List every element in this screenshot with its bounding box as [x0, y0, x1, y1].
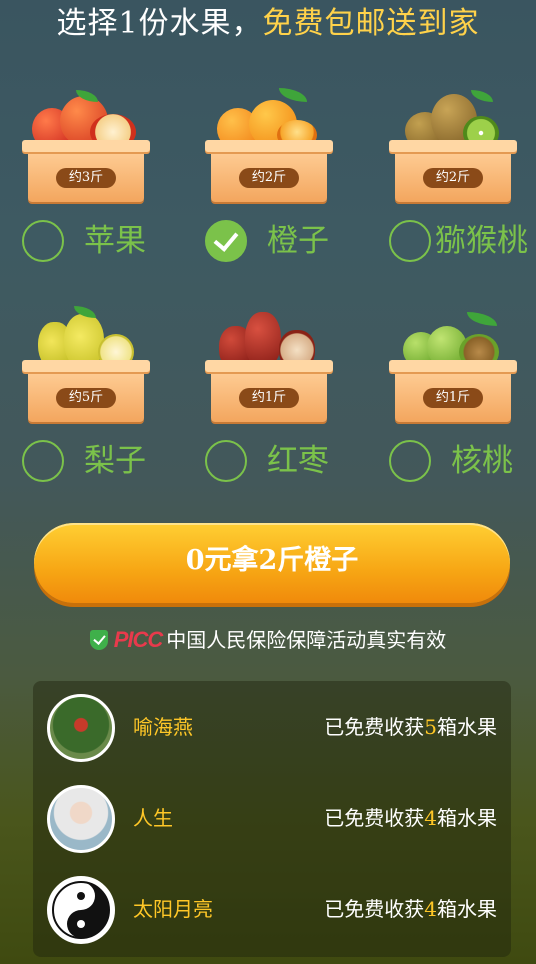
- fruit-name-orange: 橙子: [267, 223, 329, 259]
- list-item: 太阳月亮 已免费收获4箱水果: [33, 863, 511, 953]
- fruit-option-apple[interactable]: 约3斤 苹果: [0, 80, 180, 280]
- fruit-option-jujube[interactable]: 约1斤 红枣: [183, 300, 363, 500]
- claim-text: 已免费收获4箱水果: [324, 897, 497, 921]
- claim-button[interactable]: 0元拿2斤橙子: [34, 523, 510, 603]
- radio-kiwi[interactable]: [389, 220, 431, 262]
- weight-label: 约1斤: [423, 388, 483, 408]
- fruit-name-walnut: 核桃: [451, 443, 513, 479]
- weight-label: 约2斤: [239, 168, 299, 188]
- radio-apple[interactable]: [22, 220, 64, 262]
- fruit-crate: 约5斤: [22, 360, 150, 422]
- avatar: [47, 876, 115, 944]
- shield-check-icon: [89, 630, 108, 650]
- picc-logo: PICC: [113, 627, 164, 652]
- fruit-name-apple: 苹果: [84, 223, 146, 259]
- fruit-option-walnut[interactable]: 约1斤 核桃: [367, 300, 536, 500]
- claim-text: 已免费收获5箱水果: [324, 715, 497, 739]
- headline-part1: 选择1份水果，: [56, 6, 263, 41]
- fruit-option-orange[interactable]: 约2斤 橙子: [183, 80, 363, 280]
- fruit-option-kiwi[interactable]: 约2斤 猕猴桃: [367, 80, 536, 280]
- fruit-crate: 约3斤: [22, 140, 150, 202]
- weight-label: 约1斤: [239, 388, 299, 408]
- fruit-crate: 约1斤: [205, 360, 333, 422]
- user-name: 人生: [133, 806, 173, 830]
- radio-walnut[interactable]: [389, 440, 431, 482]
- yin-yang-icon: [52, 881, 110, 939]
- claim-text: 已免费收获4箱水果: [324, 806, 497, 830]
- insurance-text: 中国人民保险保障活动真实有效: [166, 628, 447, 652]
- radio-jujube[interactable]: [205, 440, 247, 482]
- recipients-list: 喻海燕 已免费收获5箱水果 人生 已免费收获4箱水果 太阳月亮 已免费收获4箱水…: [33, 681, 511, 957]
- fruit-name-kiwi: 猕猴桃: [435, 223, 528, 259]
- fruit-crate: 约1斤: [389, 360, 517, 422]
- fruit-name-pear: 梨子: [84, 443, 146, 479]
- fruit-crate: 约2斤: [205, 140, 333, 202]
- list-item: 喻海燕 已免费收获5箱水果: [33, 681, 511, 771]
- fruit-name-jujube: 红枣: [267, 443, 329, 479]
- weight-label: 约3斤: [56, 168, 116, 188]
- user-name: 喻海燕: [133, 715, 193, 739]
- weight-label: 约5斤: [56, 388, 116, 408]
- radio-pear[interactable]: [22, 440, 64, 482]
- headline-part2: 免费包邮送到家: [262, 6, 480, 41]
- page-headline: 选择1份水果，免费包邮送到家: [0, 0, 536, 48]
- insurance-notice: PICC 中国人民保险保障活动真实有效: [0, 626, 536, 654]
- weight-label: 约2斤: [423, 168, 483, 188]
- avatar: [47, 694, 115, 762]
- fruit-option-pear[interactable]: 约5斤 梨子: [0, 300, 180, 500]
- avatar: [47, 785, 115, 853]
- radio-orange-checked[interactable]: [205, 220, 247, 262]
- user-name: 太阳月亮: [133, 897, 213, 921]
- list-item: 人生 已免费收获4箱水果: [33, 772, 511, 862]
- fruit-crate: 约2斤: [389, 140, 517, 202]
